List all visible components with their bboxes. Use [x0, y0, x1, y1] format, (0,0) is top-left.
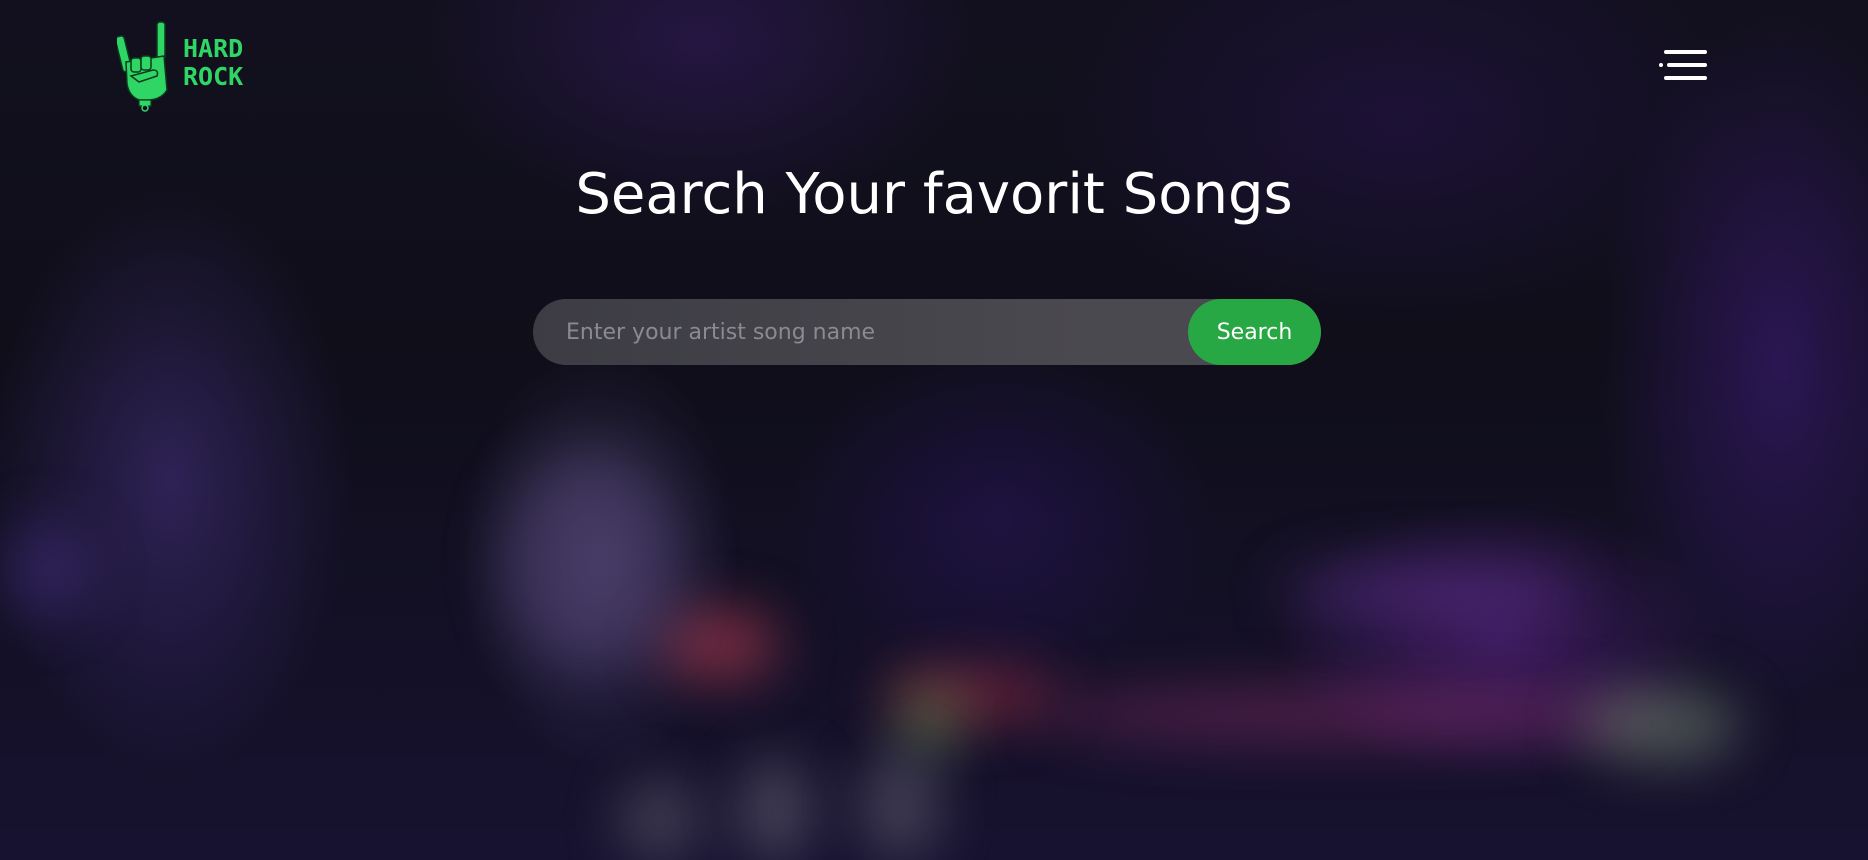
logo-wordmark: HARD ROCK	[183, 35, 243, 91]
hamburger-menu-icon	[1659, 50, 1707, 80]
search-input[interactable]	[533, 299, 1188, 365]
search-button[interactable]: Search	[1188, 299, 1321, 365]
logo-line-1: HARD	[183, 34, 244, 63]
search-form: Search	[533, 299, 1321, 365]
page-title: Search Your favorit Songs	[575, 162, 1293, 227]
blurred-concert-background	[0, 0, 1868, 860]
menu-button[interactable]	[1659, 46, 1711, 86]
rock-hand-icon	[117, 21, 168, 112]
site-logo[interactable]: HARD ROCK	[117, 20, 243, 112]
logo-line-2: ROCK	[183, 62, 244, 91]
